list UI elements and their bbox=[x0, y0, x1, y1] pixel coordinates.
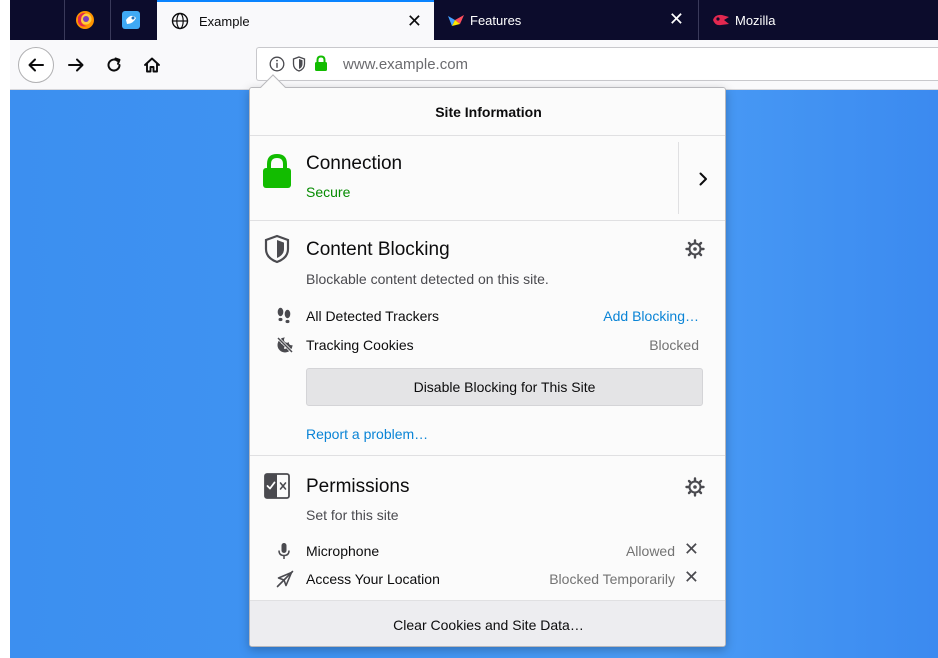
tab-strip: Example ✕ Features ✕ Mozilla bbox=[10, 0, 938, 40]
connection-details-button[interactable] bbox=[679, 136, 725, 221]
location-blocked-icon bbox=[276, 570, 294, 588]
cookies-label: Tracking Cookies bbox=[306, 337, 414, 353]
pinned-tab-firefox[interactable] bbox=[64, 0, 104, 40]
connection-status: Secure bbox=[306, 184, 351, 200]
tab-label: Example bbox=[199, 13, 250, 29]
gear-icon[interactable] bbox=[685, 239, 705, 259]
forward-button[interactable] bbox=[60, 49, 92, 81]
permissions-icon bbox=[264, 473, 290, 499]
content-blocking-section: Content Blocking Blockable content detec… bbox=[250, 221, 725, 456]
close-tab-icon[interactable]: ✕ bbox=[669, 9, 684, 29]
location-status: Blocked Temporarily bbox=[549, 571, 675, 587]
add-blocking-link[interactable]: Add Blocking… bbox=[603, 308, 699, 324]
microphone-status: Allowed bbox=[625, 543, 675, 559]
url-text: www.example.com bbox=[343, 56, 469, 73]
permissions-description: Set for this site bbox=[306, 507, 399, 523]
disable-blocking-button[interactable]: Disable Blocking for This Site bbox=[306, 368, 703, 406]
site-information-panel: Site Information Connection Secure Conte… bbox=[249, 87, 726, 647]
reload-icon bbox=[107, 57, 121, 72]
firefox-icon bbox=[75, 11, 94, 29]
cookies-status: Blocked bbox=[649, 337, 699, 353]
microphone-row: Microphone Allowed ✕ bbox=[250, 538, 725, 566]
info-icon[interactable] bbox=[269, 56, 285, 72]
microphone-icon bbox=[278, 543, 290, 559]
app-icon bbox=[121, 11, 140, 29]
lock-icon[interactable] bbox=[314, 55, 328, 72]
forward-arrow-icon bbox=[68, 58, 84, 72]
globe-icon bbox=[171, 12, 189, 30]
back-button[interactable] bbox=[18, 47, 54, 83]
microphone-label: Microphone bbox=[306, 543, 380, 559]
back-arrow-icon bbox=[28, 58, 44, 72]
remove-permission-icon[interactable]: ✕ bbox=[684, 539, 699, 560]
reload-button[interactable] bbox=[98, 49, 130, 81]
shield-icon[interactable] bbox=[292, 56, 306, 72]
permissions-section: Permissions Set for this site Microphone… bbox=[250, 456, 725, 601]
trackers-label: All Detected Trackers bbox=[306, 308, 440, 324]
navigation-toolbar: www.example.com bbox=[10, 40, 938, 90]
footprints-icon bbox=[277, 307, 291, 324]
home-button[interactable] bbox=[136, 49, 168, 81]
home-icon bbox=[144, 57, 160, 73]
location-label: Access Your Location bbox=[306, 571, 440, 587]
remove-permission-icon[interactable]: ✕ bbox=[684, 567, 699, 588]
tab-features[interactable]: Features ✕ bbox=[436, 0, 696, 40]
trackers-row: All Detected Trackers Add Blocking… bbox=[250, 303, 725, 331]
tab-mozilla[interactable]: Mozilla bbox=[698, 0, 938, 40]
panel-title: Site Information bbox=[250, 88, 725, 136]
close-tab-icon[interactable]: ✕ bbox=[407, 11, 422, 31]
cookie-blocked-icon bbox=[276, 336, 294, 354]
chevron-right-icon bbox=[699, 172, 707, 185]
tab-label: Features bbox=[470, 12, 522, 28]
cookies-row: Tracking Cookies Blocked bbox=[250, 332, 725, 360]
tab-example[interactable]: Example ✕ bbox=[157, 0, 434, 40]
permissions-title: Permissions bbox=[306, 476, 410, 497]
lock-icon bbox=[263, 153, 291, 188]
connection-section[interactable]: Connection Secure bbox=[250, 136, 725, 221]
tab-label: Mozilla bbox=[735, 12, 776, 28]
features-favicon bbox=[448, 15, 464, 26]
shield-icon bbox=[264, 234, 290, 264]
clear-cookies-button[interactable]: Clear Cookies and Site Data… bbox=[250, 601, 725, 646]
location-row: Access Your Location Blocked Temporarily… bbox=[250, 566, 725, 594]
content-blocking-description: Blockable content detected on this site. bbox=[306, 271, 549, 287]
connection-title: Connection bbox=[306, 153, 403, 174]
gear-icon[interactable] bbox=[685, 477, 705, 497]
mozilla-favicon bbox=[713, 14, 729, 26]
content-blocking-title: Content Blocking bbox=[306, 239, 450, 260]
pinned-tab-app[interactable] bbox=[110, 0, 150, 40]
report-problem-link[interactable]: Report a problem… bbox=[306, 426, 428, 442]
url-bar[interactable]: www.example.com bbox=[256, 47, 938, 81]
